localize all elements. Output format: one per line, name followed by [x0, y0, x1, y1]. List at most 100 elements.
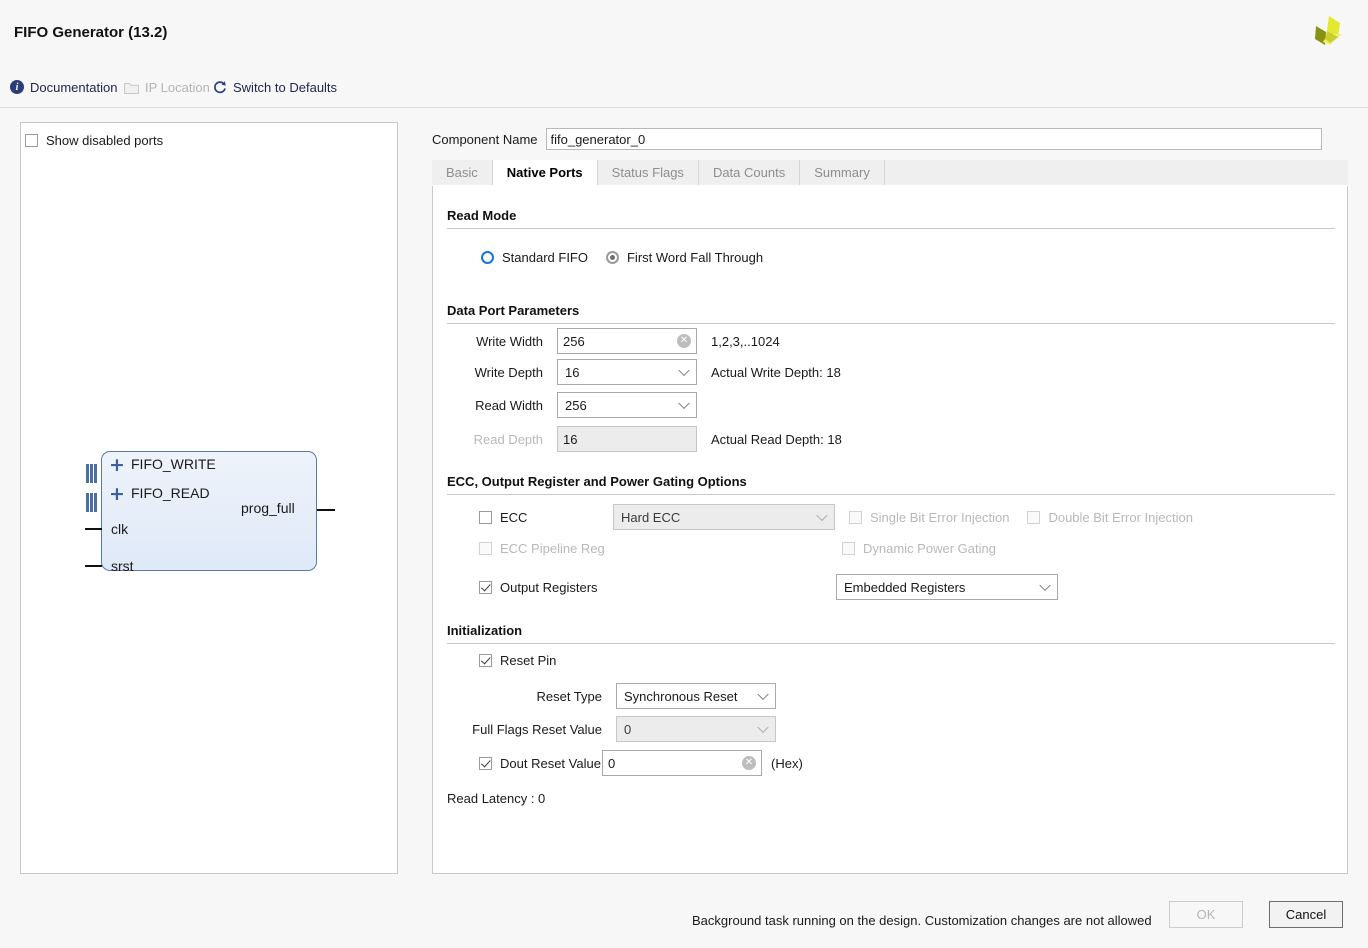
input-pin-label-clk: clk: [111, 521, 129, 537]
ecc-type-select: Hard ECC: [613, 504, 835, 530]
radio-circle: [605, 251, 619, 264]
plus-icon[interactable]: +: [109, 485, 125, 504]
bus-port-label-fifo-write: FIFO_WRITE: [131, 456, 216, 472]
ecc-options-rule: [447, 494, 1335, 495]
ecc-row: ECC Hard ECC Single Bit Error Injection …: [479, 504, 1193, 530]
write-depth-select[interactable]: 16: [557, 359, 697, 385]
output-register-type-value: Embedded Registers: [844, 579, 966, 595]
page-title: FIFO Generator (13.2): [14, 24, 168, 41]
ecc-type-value: Hard ECC: [621, 509, 681, 525]
fifo-block-diagram: + + FIFO_WRITE FIFO_READ clk srst prog_f…: [63, 433, 383, 603]
port-preview-panel: Show disabled ports + + FIFO_WRITE FIFO_…: [20, 122, 398, 874]
chevron-down-icon: [757, 721, 769, 734]
ecc-options-title: ECC, Output Register and Power Gating Op…: [447, 474, 747, 489]
chevron-down-icon: [816, 509, 828, 522]
radio-standard-fifo[interactable]: Standard FIFO: [481, 250, 588, 265]
plus-icon[interactable]: +: [109, 456, 125, 475]
ok-button: OK: [1169, 901, 1243, 928]
dout-reset-value-input[interactable]: [602, 750, 762, 776]
reset-pin-checkbox[interactable]: Reset Pin: [479, 653, 556, 668]
reset-type-row: Reset Type Synchronous Reset: [447, 683, 776, 709]
tab-status-flags[interactable]: Status Flags: [597, 160, 699, 185]
folder-icon: [124, 82, 139, 94]
bus-connector-icon: [86, 493, 97, 512]
checkbox-box: [479, 654, 492, 667]
reset-type-value: Synchronous Reset: [624, 688, 738, 704]
output-registers-checkbox[interactable]: Output Registers: [479, 580, 836, 595]
initialization-rule: [447, 643, 1335, 644]
component-name-row: Component Name: [432, 128, 1322, 150]
initialization-title: Initialization: [447, 623, 523, 638]
dout-reset-value-suffix: (Hex): [771, 755, 803, 771]
write-depth-hint: Actual Write Depth: 18: [711, 364, 841, 380]
status-message: Background task running on the design. C…: [692, 913, 1152, 928]
chevron-down-icon: [678, 364, 690, 377]
read-width-row: Read Width 256: [447, 392, 697, 418]
full-flags-reset-value-value: 0: [624, 721, 632, 737]
checkbox-box: [479, 580, 492, 594]
double-bit-error-injection-checkbox: Double Bit Error Injection: [1027, 510, 1193, 525]
read-width-select[interactable]: 256: [557, 392, 697, 418]
switch-to-defaults-label: Switch to Defaults: [233, 79, 338, 95]
checkbox-box: [479, 542, 492, 555]
clear-icon[interactable]: ✕: [742, 756, 756, 770]
read-depth-input: [557, 426, 697, 452]
output-registers-row: Output Registers Embedded Registers: [479, 574, 1058, 600]
show-disabled-ports-label: Show disabled ports: [46, 133, 164, 148]
radio-first-word-fall-through[interactable]: First Word Fall Through: [605, 250, 763, 265]
read-depth-row: Read Depth Actual Read Depth: 18: [447, 426, 842, 452]
documentation-button[interactable]: i Documentation: [10, 78, 117, 96]
pin-line-clk: [85, 528, 102, 530]
tab-native-ports[interactable]: Native Ports: [492, 160, 598, 185]
chevron-down-icon: [678, 397, 690, 410]
checkbox-box: [479, 510, 492, 524]
input-pin-label-srst: srst: [111, 558, 134, 574]
bus-port-label-fifo-read: FIFO_READ: [131, 485, 210, 501]
ecc-pipeline-reg-label: ECC Pipeline Reg: [500, 541, 605, 556]
ecc-checkbox[interactable]: ECC: [479, 510, 599, 525]
output-pin-label-prog-full: prog_full: [241, 500, 295, 516]
ecc-label: ECC: [500, 509, 528, 525]
show-disabled-ports-checkbox[interactable]: Show disabled ports: [25, 133, 163, 148]
xilinx-pinwheel-logo: [1315, 16, 1342, 45]
checkbox-box: [479, 756, 492, 770]
clear-icon[interactable]: ✕: [677, 334, 691, 348]
full-flags-reset-value-select: 0: [616, 716, 776, 742]
write-depth-label: Write Depth: [474, 364, 543, 380]
read-depth-hint: Actual Read Depth: 18: [711, 431, 842, 447]
chevron-down-icon: [1039, 579, 1051, 592]
tab-summary[interactable]: Summary: [800, 160, 885, 185]
pin-line-srst: [85, 565, 102, 567]
checkbox-box: [25, 134, 38, 147]
native-ports-panel: Read Mode Standard FIFO First Word Fall …: [432, 186, 1348, 874]
write-depth-row: Write Depth 16 Actual Write Depth: 18: [447, 359, 841, 385]
cancel-button[interactable]: Cancel: [1269, 901, 1343, 928]
read-depth-label: Read Depth: [473, 431, 543, 447]
write-width-input[interactable]: [557, 328, 697, 354]
write-depth-value: 16: [565, 364, 580, 380]
refresh-icon: [214, 81, 226, 94]
tab-data-counts[interactable]: Data Counts: [698, 160, 801, 185]
component-name-label: Component Name: [432, 131, 538, 147]
switch-to-defaults-button[interactable]: Switch to Defaults: [213, 78, 337, 96]
double-bit-error-injection-label: Double Bit Error Injection: [1048, 509, 1193, 525]
read-mode-options: Standard FIFO First Word Fall Through: [481, 250, 763, 265]
chevron-down-icon: [757, 688, 769, 701]
checkbox-box: [849, 510, 862, 524]
full-flags-reset-value-label: Full Flags Reset Value: [472, 721, 602, 737]
read-mode-rule: [447, 228, 1335, 229]
ip-location-button: IP Location: [124, 78, 210, 96]
checkbox-box: [842, 542, 855, 555]
output-register-type-select[interactable]: Embedded Registers: [836, 574, 1058, 600]
dout-reset-value-label: Dout Reset Value: [500, 755, 601, 771]
dout-reset-value-row: Dout Reset Value ✕ (Hex): [479, 750, 803, 776]
reset-type-select[interactable]: Synchronous Reset: [616, 683, 776, 709]
component-name-input[interactable]: [545, 128, 1322, 150]
dynamic-power-gating-checkbox: Dynamic Power Gating: [842, 541, 996, 556]
write-width-hint: 1,2,3,..1024: [711, 333, 780, 349]
dout-reset-value-checkbox[interactable]: Dout Reset Value: [479, 756, 602, 771]
read-latency-label: Read Latency : 0: [447, 791, 546, 806]
ecc-pipeline-reg-checkbox: ECC Pipeline Reg: [479, 541, 842, 556]
ip-location-label: IP Location: [145, 79, 210, 95]
tab-basic[interactable]: Basic: [432, 160, 493, 185]
